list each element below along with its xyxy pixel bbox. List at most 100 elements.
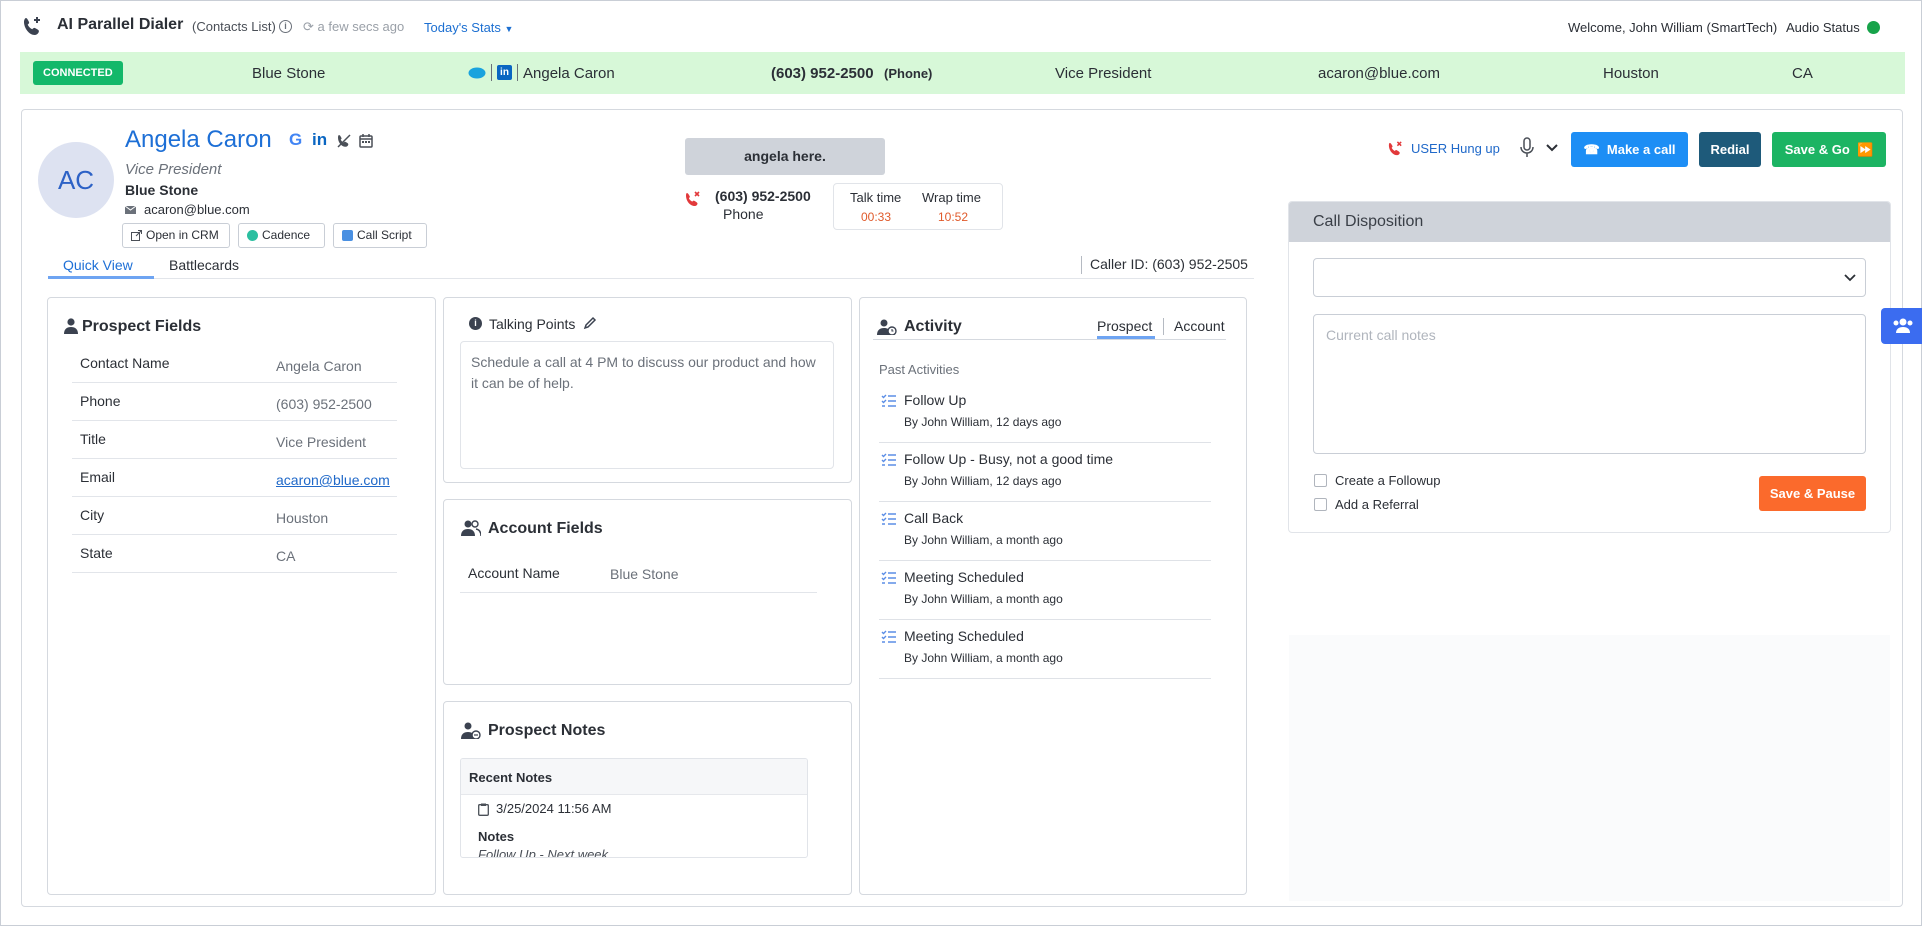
refresh-text: a few secs ago bbox=[317, 19, 405, 34]
activity-panel: Activity Prospect Account Past Activitie… bbox=[859, 297, 1247, 895]
field-value: Angela Caron bbox=[276, 358, 362, 374]
calendar-icon[interactable] bbox=[358, 133, 374, 149]
activity-tab-account[interactable]: Account bbox=[1174, 318, 1225, 334]
activity-subtitle: By John William, a month ago bbox=[904, 651, 1063, 665]
activity-item[interactable]: Meeting Scheduled By John William, a mon… bbox=[879, 562, 1211, 620]
user-icon bbox=[64, 318, 78, 334]
salesforce-icon[interactable] bbox=[468, 66, 486, 79]
recent-notes-box: Recent Notes 3/25/2024 11:56 AM Notes Fo… bbox=[460, 758, 808, 858]
talking-points-text[interactable]: Schedule a call at 4 PM to discuss our p… bbox=[460, 341, 834, 469]
phone-hangup-icon bbox=[686, 191, 700, 206]
field-value: Houston bbox=[276, 510, 329, 526]
recent-notes-header: Recent Notes bbox=[461, 759, 807, 795]
caller-id: Caller ID: (603) 952-2505 bbox=[1081, 256, 1248, 274]
audio-status-label: Audio Status bbox=[1786, 20, 1860, 35]
email-link[interactable]: acaron@blue.com bbox=[276, 472, 390, 488]
open-in-crm-button[interactable]: Open in CRM bbox=[122, 223, 230, 248]
phone-icon: ☎ bbox=[1583, 142, 1600, 157]
activity-subtitle: By John William, a month ago bbox=[904, 592, 1063, 606]
make-a-call-button[interactable]: ☎ Make a call bbox=[1571, 132, 1688, 167]
call-notes-textarea[interactable]: Current call notes bbox=[1313, 314, 1866, 454]
field-row-state: State CA bbox=[72, 535, 397, 573]
no-call-icon[interactable] bbox=[336, 133, 352, 149]
field-value: CA bbox=[276, 548, 296, 564]
chevron-down-icon[interactable] bbox=[1545, 143, 1559, 153]
activity-subtitle: By John William, 12 days ago bbox=[904, 474, 1062, 488]
save-and-go-label: Save & Go bbox=[1784, 142, 1850, 157]
list-label: (Contacts List) bbox=[192, 19, 276, 34]
talking-points-title: Talking Points bbox=[489, 316, 576, 332]
activity-item[interactable]: Follow Up - Busy, not a good time By Joh… bbox=[879, 444, 1211, 502]
save-and-go-button[interactable]: Save & Go ⏩ bbox=[1772, 132, 1886, 167]
clipboard-icon bbox=[478, 803, 489, 816]
add-referral-label: Add a Referral bbox=[1335, 497, 1419, 512]
note-date: 3/25/2024 11:56 AM bbox=[496, 801, 612, 816]
linkedin-icon[interactable]: in bbox=[497, 65, 512, 80]
recent-notes-label: Recent Notes bbox=[469, 770, 553, 785]
note-text: Follow Up - Next week bbox=[478, 847, 609, 858]
prospect-company: Blue Stone bbox=[125, 182, 199, 198]
tab-quick-view[interactable]: Quick View bbox=[63, 257, 133, 273]
script-icon bbox=[342, 230, 353, 241]
task-list-icon bbox=[881, 453, 896, 466]
user-clock-icon bbox=[877, 319, 897, 335]
chevron-down-icon bbox=[1844, 274, 1856, 282]
redial-button[interactable]: Redial bbox=[1699, 132, 1761, 167]
info-icon: i bbox=[469, 317, 482, 330]
connected-city: Houston bbox=[1603, 65, 1659, 82]
field-value: (603) 952-2500 bbox=[276, 396, 372, 412]
field-row-contact-name: Contact Name Angela Caron bbox=[72, 345, 397, 383]
side-panel-toggle[interactable] bbox=[1881, 308, 1922, 344]
call-script-button[interactable]: Call Script bbox=[333, 223, 427, 248]
task-list-icon bbox=[881, 571, 896, 584]
caret-down-icon: ▼ bbox=[504, 24, 514, 34]
divider bbox=[1163, 318, 1164, 335]
field-value: Vice President bbox=[276, 434, 367, 450]
info-icon[interactable]: i bbox=[279, 20, 292, 33]
disposition-select[interactable] bbox=[1313, 258, 1866, 297]
cadence-icon bbox=[247, 230, 258, 241]
activity-tab-underline bbox=[1097, 336, 1155, 339]
user-note-icon bbox=[461, 722, 481, 739]
call-phone-number: (603) 952-2500 bbox=[715, 188, 811, 204]
activity-item[interactable]: Follow Up By John William, 12 days ago bbox=[879, 385, 1211, 443]
account-fields-title: Account Fields bbox=[488, 520, 603, 537]
active-tab-underline bbox=[48, 276, 154, 279]
activity-tab-prospect[interactable]: Prospect bbox=[1097, 318, 1152, 334]
connected-phone: (603) 952-2500 bbox=[771, 65, 874, 82]
create-followup-checkbox[interactable] bbox=[1314, 474, 1327, 487]
microphone-icon[interactable] bbox=[1519, 137, 1535, 159]
past-activities-label: Past Activities bbox=[879, 362, 960, 377]
connected-badge: CONNECTED bbox=[33, 61, 123, 85]
create-followup-label: Create a Followup bbox=[1335, 473, 1441, 488]
dialer-window: AI Parallel Dialer (Contacts List) i ⟳ a… bbox=[0, 0, 1922, 926]
envelope-icon bbox=[125, 206, 136, 214]
empty-area bbox=[1289, 635, 1890, 901]
talk-time-label: Talk time bbox=[850, 190, 902, 205]
activity-item[interactable]: Meeting Scheduled By John William, a mon… bbox=[879, 621, 1211, 679]
cadence-label: Cadence bbox=[262, 228, 311, 242]
refresh-status[interactable]: ⟳ a few secs ago bbox=[303, 19, 404, 35]
field-value: Blue Stone bbox=[610, 566, 679, 582]
cadence-button[interactable]: Cadence bbox=[238, 223, 325, 248]
connected-bar: CONNECTED Blue Stone in Angela Caron (60… bbox=[20, 52, 1905, 94]
task-list-icon bbox=[881, 512, 896, 525]
connected-title: Vice President bbox=[1055, 65, 1152, 82]
activity-subtitle: By John William, 12 days ago bbox=[904, 415, 1062, 429]
activity-title: Activity bbox=[904, 318, 962, 335]
activity-title: Follow Up - Busy, not a good time bbox=[904, 451, 1114, 467]
prospect-notes-panel: Prospect Notes Recent Notes 3/25/2024 11… bbox=[443, 701, 852, 895]
linkedin-icon[interactable]: in bbox=[312, 130, 327, 150]
prospect-email[interactable]: acaron@blue.com bbox=[144, 202, 250, 217]
pencil-icon[interactable] bbox=[583, 316, 597, 330]
field-row-phone: Phone (603) 952-2500 bbox=[72, 383, 397, 421]
activity-item[interactable]: Call Back By John William, a month ago bbox=[879, 503, 1211, 561]
audio-status-indicator bbox=[1867, 21, 1880, 34]
add-referral-checkbox[interactable] bbox=[1314, 498, 1327, 511]
tab-battlecards[interactable]: Battlecards bbox=[169, 257, 239, 273]
connected-contact-name: Angela Caron bbox=[523, 65, 615, 82]
google-icon[interactable]: G bbox=[289, 130, 302, 150]
hung-up-status: USER Hung up bbox=[1411, 141, 1500, 156]
todays-stats-dropdown[interactable]: Today's Stats ▼ bbox=[424, 20, 513, 35]
save-and-pause-button[interactable]: Save & Pause bbox=[1759, 476, 1866, 511]
